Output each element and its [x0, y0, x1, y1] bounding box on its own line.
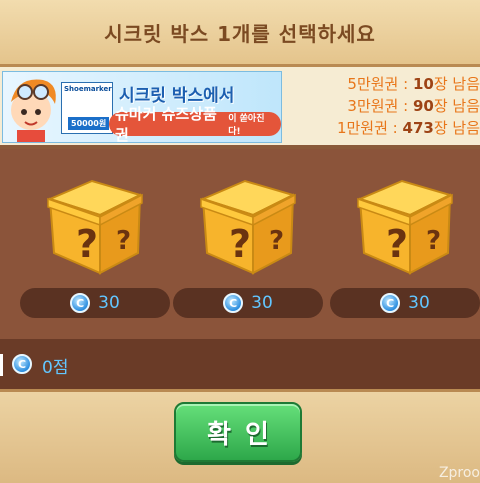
score-row: C 0점: [0, 339, 480, 389]
coin-icon: C: [70, 293, 91, 313]
secret-box-1[interactable]: C 30: [20, 169, 170, 319]
footer-bar: 확인 Zproo: [0, 389, 480, 483]
mystery-box-icon[interactable]: [350, 169, 460, 279]
mascot-character-icon: [11, 79, 56, 142]
watermark: Zproo: [438, 465, 480, 481]
mystery-box-icon[interactable]: [193, 169, 303, 279]
banner-row: Shoemarker 50000원 시크릿 박스에서 슈마커 슈즈상품권 이 쏟…: [0, 67, 480, 149]
banner-subline-suffix: 이 쏟아진다!: [228, 114, 265, 137]
page-title: 시크릿 박스 1개를 선택하세요: [104, 21, 376, 46]
box-price-value: 30: [251, 293, 273, 313]
stock-item: 5만원권 : 10장 남음: [347, 75, 480, 93]
confirm-button-label: 확인: [207, 419, 283, 450]
banner-subline-main: 슈마커 슈즈상품권: [115, 105, 217, 143]
stock-item: 1만원권 : 473장 남음: [336, 119, 480, 137]
header-bar: 시크릿 박스 1개를 선택하세요: [0, 0, 480, 67]
coin-icon: C: [380, 293, 401, 313]
mystery-box-icon[interactable]: [40, 169, 150, 279]
box-price-value: 30: [98, 293, 120, 313]
score-value: 0점: [42, 358, 69, 378]
secret-box-2[interactable]: C 30: [173, 169, 323, 319]
promo-banner[interactable]: Shoemarker 50000원 시크릿 박스에서 슈마커 슈즈상품권 이 쏟…: [2, 71, 282, 143]
box-price-value: 30: [408, 293, 430, 313]
box-price: C 30: [330, 288, 480, 318]
stock-list: 5만원권 : 10장 남음 3만원권 : 90장 남음 1만원권 : 473장 …: [286, 73, 480, 139]
confirm-button[interactable]: 확인: [174, 402, 302, 462]
coin-icon: C: [12, 354, 32, 374]
stock-item: 3만원권 : 90장 남음: [347, 97, 480, 115]
banner-subline: 슈마커 슈즈상품권 이 쏟아진다!: [109, 105, 281, 142]
card-amount-label: 50000원: [68, 117, 110, 130]
coin-icon: C: [223, 293, 244, 313]
box-selection-panel: C 30 C 30 C 30: [0, 149, 480, 339]
box-price: C 30: [173, 288, 323, 318]
score-divider: [0, 354, 3, 376]
gift-card-image: Shoemarker 50000원: [61, 82, 113, 134]
secret-box-3[interactable]: C 30: [330, 169, 480, 319]
box-price: C 30: [20, 288, 170, 318]
card-brand-label: Shoemarker: [64, 85, 112, 93]
